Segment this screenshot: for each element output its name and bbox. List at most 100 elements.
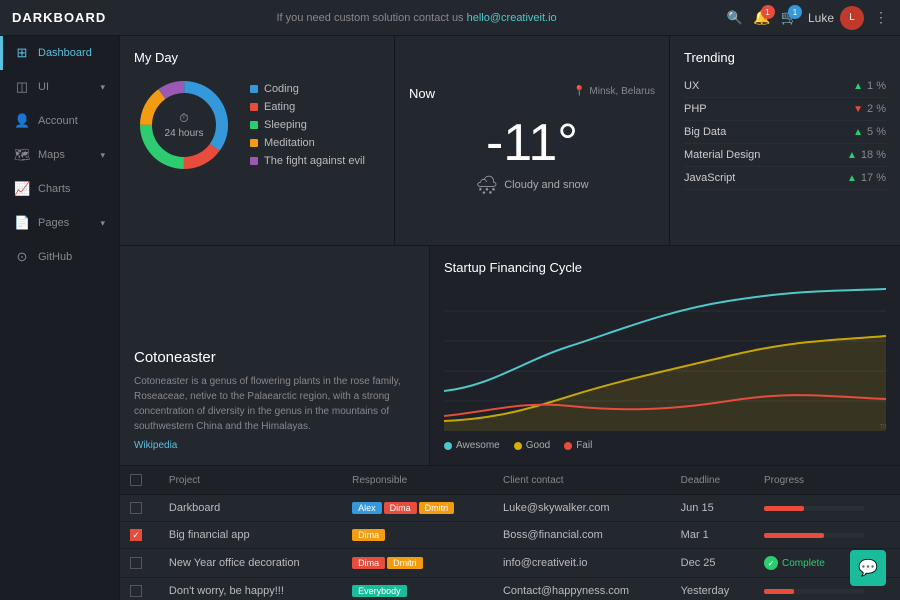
cart-badge: 1 <box>788 5 802 19</box>
table-header-2: Responsible <box>342 466 493 495</box>
trending-item: Material Design▲18 % <box>684 144 886 167</box>
cloud-icon: 🌨 <box>475 175 498 196</box>
widget-now: Now 📍 Minsk, Belarus -11° 🌨 Cloudy and s… <box>395 36 670 246</box>
top-row: My Day ⏱ 24 hours <box>120 36 900 246</box>
trending-item: PHP▼2 % <box>684 98 886 121</box>
progress-bar-fill <box>764 506 804 511</box>
table-header-3: Client contact <box>493 466 671 495</box>
charts-icon: 📈 <box>14 181 30 197</box>
user-menu[interactable]: Luke L <box>808 6 864 30</box>
main-layout: ⊞Dashboard◫UI▾👤Account🗺Maps▾📈Charts📄Page… <box>0 36 900 600</box>
now-location: 📍 Minsk, Belarus <box>573 86 655 97</box>
expand-arrow: ▾ <box>100 218 105 229</box>
table-header: ProjectResponsibleClient contactDeadline… <box>120 466 900 495</box>
topbar: DARKBOARD If you need custom solution co… <box>0 0 900 36</box>
topbar-actions: 🔍 🔔 1 🛒 1 Luke L ⋮ <box>727 6 888 30</box>
chart-legend-item: Fail <box>564 440 592 451</box>
table-header-5: Progress <box>754 466 900 495</box>
row-contact: Contact@happyness.com <box>493 578 671 600</box>
table-head: ProjectResponsibleClient contactDeadline… <box>120 466 900 495</box>
cotoneaster-link[interactable]: Wikipedia <box>134 440 415 451</box>
trending-direction-icon: ▲ <box>853 127 863 138</box>
chart-legend-item: Good <box>514 440 550 451</box>
legend-dot <box>250 85 258 93</box>
legend-item: Coding <box>250 83 365 95</box>
sidebar-item-maps[interactable]: 🗺Maps▾ <box>0 138 119 172</box>
row-contact: info@creativeit.io <box>493 549 671 578</box>
cart-icon[interactable]: 🛒 1 <box>781 9 798 26</box>
row-checkbox-cell <box>120 495 159 522</box>
brand-logo: DARKBOARD <box>12 10 106 25</box>
sidebar-item-ui[interactable]: ◫UI▾ <box>0 70 119 104</box>
progress-bar-wrap <box>764 589 864 594</box>
table-header-4: Deadline <box>671 466 754 495</box>
chart-area: REVENUE TIME <box>444 281 886 436</box>
legend-item: The fight against evil <box>250 155 365 167</box>
chat-fab[interactable]: 💬 <box>850 550 886 586</box>
sidebar-item-github[interactable]: ⊙GitHub <box>0 240 119 274</box>
legend-item: Sleeping <box>250 119 365 131</box>
avatar: L <box>840 6 864 30</box>
trending-direction-icon: ▲ <box>847 150 857 161</box>
trending-direction-icon: ▲ <box>853 81 863 92</box>
now-description: 🌨 Cloudy and snow <box>475 175 588 196</box>
expand-arrow: ▾ <box>100 150 105 161</box>
table-select-all-checkbox[interactable] <box>130 474 142 486</box>
chart-legend: AwesomeGoodFail <box>444 440 886 451</box>
donut-center: ⏱ 24 hours <box>165 111 204 139</box>
pin-icon: 📍 <box>573 86 585 97</box>
trending-direction-icon: ▲ <box>847 173 857 184</box>
search-icon[interactable]: 🔍 <box>727 10 743 26</box>
trending-item: JavaScript▲17 % <box>684 167 886 190</box>
cotoneaster-text: Cotoneaster is a genus of flowering plan… <box>134 374 415 434</box>
table-row: ✓Big financial appDimaBoss@financial.com… <box>120 522 900 549</box>
trending-item: UX▲1 % <box>684 75 886 98</box>
table-wrap: ProjectResponsibleClient contactDeadline… <box>120 466 900 600</box>
row-contact: Boss@financial.com <box>493 522 671 549</box>
row-contact: Luke@skywalker.com <box>493 495 671 522</box>
myday-legend: CodingEatingSleepingMeditationThe fight … <box>250 83 365 167</box>
projects-table: ProjectResponsibleClient contactDeadline… <box>120 466 900 600</box>
table-row: DarkboardAlexDimaDmitriLuke@skywalker.co… <box>120 495 900 522</box>
trending-list: UX▲1 %PHP▼2 %Big Data▲5 %Material Design… <box>684 75 886 190</box>
notifications-icon[interactable]: 🔔 1 <box>753 9 770 26</box>
table-header-1: Project <box>159 466 342 495</box>
sidebar-item-dashboard[interactable]: ⊞Dashboard <box>0 36 119 70</box>
app: DARKBOARD If you need custom solution co… <box>0 0 900 600</box>
row-project: New Year office decoration <box>159 549 342 578</box>
content-area: My Day ⏱ 24 hours <box>120 36 900 600</box>
sidebar-item-pages[interactable]: 📄Pages▾ <box>0 206 119 240</box>
chart-legend-dot <box>514 442 522 450</box>
row-checkbox[interactable] <box>130 557 142 569</box>
chart-legend-dot <box>444 442 452 450</box>
widget-cotoneaster: Cotoneaster Cotoneaster is a genus of fl… <box>120 246 430 465</box>
progress-bar-fill <box>764 533 824 538</box>
row-tags: DimaDmitri <box>342 549 493 578</box>
svg-text:TIME: TIME <box>880 423 886 431</box>
chart-legend-dot <box>564 442 572 450</box>
more-icon[interactable]: ⋮ <box>874 9 888 26</box>
donut-chart: ⏱ 24 hours <box>134 75 234 175</box>
content-inner: My Day ⏱ 24 hours <box>120 36 900 600</box>
row-deadline: Yesterday <box>671 578 754 600</box>
row-project: Don't worry, be happy!!! <box>159 578 342 600</box>
row-checkbox[interactable] <box>130 502 142 514</box>
progress-bar-wrap <box>764 506 864 511</box>
row-deadline: Jun 15 <box>671 495 754 522</box>
row-tags: Everybody <box>342 578 493 600</box>
sidebar-item-account[interactable]: 👤Account <box>0 104 119 138</box>
row-checkbox[interactable]: ✓ <box>130 529 142 541</box>
account-icon: 👤 <box>14 113 30 129</box>
trending-direction-icon: ▼ <box>853 104 863 115</box>
donut-label: 24 hours <box>165 128 204 139</box>
tag: Dmitri <box>387 557 423 569</box>
sidebar-item-charts[interactable]: 📈Charts <box>0 172 119 206</box>
topbar-email[interactable]: hello@creativeit.io <box>467 12 557 24</box>
maps-icon: 🗺 <box>14 147 30 163</box>
row-progress <box>754 495 900 522</box>
row-checkbox[interactable] <box>130 585 142 597</box>
legend-item: Eating <box>250 101 365 113</box>
progress-bar-wrap <box>764 533 864 538</box>
row-tags: Dima <box>342 522 493 549</box>
widget-table: ProjectResponsibleClient contactDeadline… <box>120 466 900 600</box>
